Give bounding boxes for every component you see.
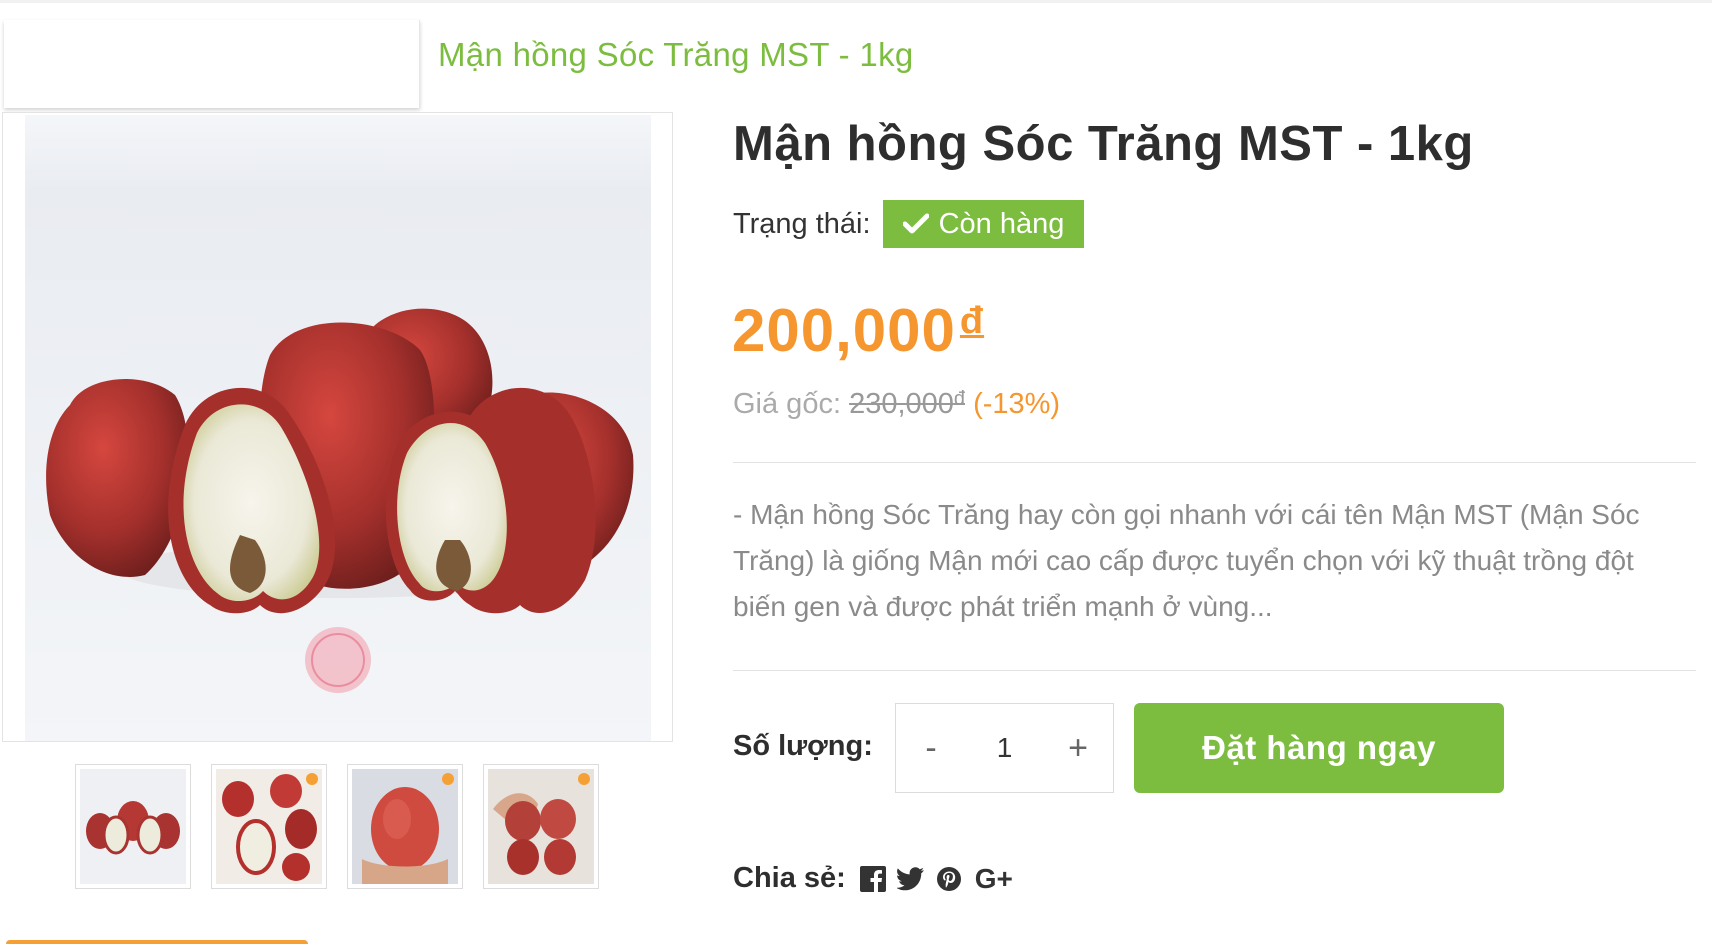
product-short-description: - Mận hồng Sóc Trăng hay còn gọi nhanh v… (733, 499, 1640, 622)
product-title: Mận hồng Sóc Trăng MST - 1kg (733, 117, 1474, 171)
twitter-icon[interactable] (896, 864, 926, 894)
stock-status: Trạng thái: Còn hàng (733, 200, 1085, 248)
product-photo (25, 115, 651, 741)
divider-top (733, 462, 1696, 463)
product-main-image[interactable] (2, 112, 673, 742)
price-currency: đ (959, 300, 985, 342)
top-border (0, 0, 1712, 3)
thumbnail-image (352, 769, 458, 884)
thumbnail-1[interactable] (75, 764, 191, 889)
share-row: Chia sẻ: G+ (733, 862, 1024, 895)
price-value: 200,000 (732, 297, 956, 364)
original-price: 230,000đ (849, 388, 966, 420)
check-icon (902, 213, 929, 234)
thumbnail-3[interactable] (347, 764, 463, 889)
breadcrumb-current[interactable]: Mận hồng Sóc Trăng MST - 1kg (438, 36, 914, 74)
category-menu-box[interactable] (4, 20, 420, 108)
status-value: Còn hàng (938, 207, 1065, 240)
sale-price: 200,000 đ (732, 296, 984, 365)
discount-percent: (-13%) (973, 388, 1061, 420)
thumbnail-2[interactable] (211, 764, 327, 889)
facebook-icon[interactable] (858, 864, 888, 894)
thumbnail-4[interactable] (483, 764, 599, 889)
original-price-label: Giá gốc: (733, 388, 841, 420)
thumbnail-image (80, 769, 186, 884)
thumbnail-strip (75, 764, 599, 889)
quantity-label: Số lượng: (733, 730, 873, 762)
status-label: Trạng thái: (733, 207, 871, 240)
quantity-stepper: - 1 + (895, 703, 1114, 793)
order-now-button[interactable]: Đặt hàng ngay (1134, 703, 1504, 793)
share-label: Chia sẻ: (733, 862, 846, 894)
quantity-increase-button[interactable]: + (1043, 704, 1113, 792)
thumbnail-image (488, 769, 594, 884)
thumbnail-image (216, 769, 322, 884)
tab-indicator[interactable] (6, 940, 308, 944)
quantity-decrease-button[interactable]: - (896, 704, 966, 792)
quantity-input[interactable]: 1 (975, 732, 1035, 764)
google-plus-icon[interactable]: G+ (972, 863, 1016, 894)
divider-bottom (733, 670, 1696, 671)
in-stock-badge: Còn hàng (882, 200, 1085, 248)
original-price-row: Giá gốc: 230,000đ (-13%) (733, 388, 1060, 421)
pinterest-icon[interactable] (934, 864, 964, 894)
